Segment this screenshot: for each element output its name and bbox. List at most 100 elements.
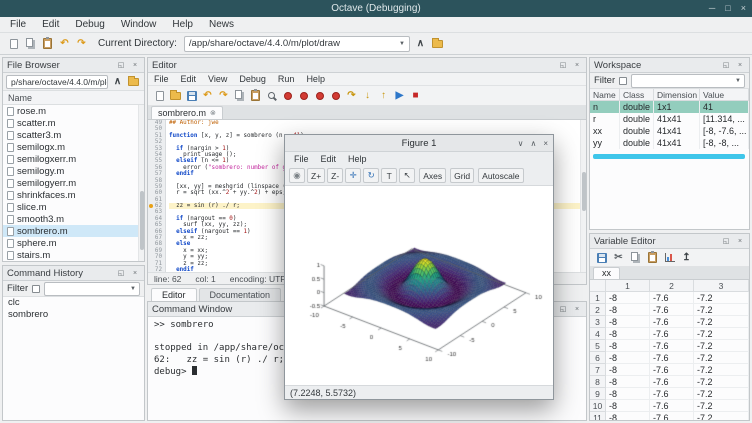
close-icon[interactable]: × [741, 4, 746, 13]
grid-cell[interactable]: -7.2 [694, 292, 749, 304]
grid-row-header[interactable]: 7 [590, 364, 606, 376]
undock-icon[interactable]: ◱ [116, 60, 126, 70]
file-item[interactable]: semilogx.m [3, 141, 144, 153]
next-breakpoint-icon[interactable] [296, 88, 311, 103]
menu-file[interactable]: File [2, 18, 34, 31]
column-class[interactable]: Class [620, 89, 654, 100]
file-browser-name-column-header[interactable]: Name [3, 91, 144, 105]
fig-minimize-icon[interactable]: ∨ [518, 139, 524, 148]
variable-editor-header[interactable]: Variable Editor ◱× [590, 234, 749, 249]
grid-cell[interactable]: -7.6 [650, 292, 694, 304]
workspace-row-yy[interactable]: yydouble41x41[-8, -8, ... [590, 137, 749, 149]
editor-header[interactable]: Editor ◱× [148, 58, 586, 73]
redo-icon[interactable]: ↷ [74, 36, 89, 51]
tab-editor[interactable]: Editor [151, 288, 197, 301]
new-script-icon[interactable] [6, 36, 21, 51]
file-item[interactable]: scatter3.m [3, 129, 144, 141]
cut-icon[interactable]: ✂ [611, 250, 626, 265]
grid-cell[interactable]: -7.6 [650, 304, 694, 316]
pan-tool-icon[interactable]: ✛ [345, 168, 361, 183]
command-history-header[interactable]: Command History ◱× [3, 266, 144, 281]
menu-debug[interactable]: Debug [233, 74, 272, 84]
grid-cell[interactable]: -7.6 [650, 340, 694, 352]
workspace-row-r[interactable]: rdouble41x41[11.314, ... [590, 113, 749, 125]
redo-icon[interactable]: ↷ [216, 88, 231, 103]
axes-toggle[interactable]: Axes [419, 168, 446, 183]
grid-cell[interactable]: -7.2 [694, 304, 749, 316]
tab-variable-xx[interactable]: xx [593, 267, 620, 279]
grid-cell[interactable]: -7.2 [694, 364, 749, 376]
grid-row-header[interactable]: 6 [590, 352, 606, 364]
one-directory-up-icon[interactable]: ∧ [413, 36, 428, 51]
stop-debug-icon[interactable]: ■ [408, 88, 423, 103]
grid-cell[interactable]: -8 [606, 304, 650, 316]
menu-news[interactable]: News [201, 18, 242, 31]
close-panel-icon[interactable]: × [735, 60, 745, 70]
figure-title-bar[interactable]: Figure 1 ∨∧× [285, 135, 553, 152]
menu-view[interactable]: View [202, 74, 233, 84]
workspace-filter-combobox[interactable]: ▼ [631, 74, 745, 88]
scrollbar-handle[interactable] [140, 191, 144, 250]
grid-row-header[interactable]: 4 [590, 328, 606, 340]
copy-icon[interactable] [232, 88, 247, 103]
file-browser-header[interactable]: File Browser ◱× [3, 58, 144, 73]
grid-cell[interactable]: -7.6 [650, 400, 694, 412]
history-item[interactable]: clc [3, 297, 144, 309]
tab-sombrero[interactable]: sombrero.m ⊗ [151, 106, 223, 119]
save-file-icon[interactable] [184, 88, 199, 103]
previous-breakpoint-icon[interactable] [312, 88, 327, 103]
new-script-icon[interactable] [152, 88, 167, 103]
menu-window[interactable]: Window [113, 18, 165, 31]
zoom-in-button[interactable]: Z+ [307, 168, 325, 183]
rotate-tool-icon[interactable]: ↻ [363, 168, 379, 183]
grid-row-header[interactable]: 11 [590, 412, 606, 420]
grid-cell[interactable]: -7.2 [694, 328, 749, 340]
minimize-icon[interactable]: ─ [709, 4, 715, 13]
file-item[interactable]: smooth3.m [3, 213, 144, 225]
file-list-scrollbar[interactable] [138, 105, 144, 261]
step-in-icon[interactable]: ↓ [360, 88, 375, 103]
tab-documentation[interactable]: Documentation [199, 288, 282, 301]
insert-text-tool-icon[interactable]: T [381, 168, 397, 183]
grid-cell[interactable]: -8 [606, 292, 650, 304]
file-item[interactable]: shrinkfaces.m [3, 189, 144, 201]
file-item[interactable]: sphere.m [3, 237, 144, 249]
grid-row-header[interactable]: 1 [590, 292, 606, 304]
undock-icon[interactable]: ◱ [721, 236, 731, 246]
pointer-tool-icon[interactable]: ◉ [289, 168, 305, 183]
select-tool-icon[interactable]: ↖ [399, 168, 415, 183]
editor-scrollbar[interactable] [580, 120, 586, 272]
close-panel-icon[interactable]: × [130, 268, 140, 278]
menu-help[interactable]: Help [164, 18, 201, 31]
close-panel-icon[interactable]: × [572, 304, 582, 314]
ve-paste-icon[interactable] [645, 250, 660, 265]
column-dimension[interactable]: Dimension [654, 89, 700, 100]
scrollbar-handle[interactable] [582, 172, 586, 212]
grid-cell[interactable]: -7.6 [650, 352, 694, 364]
workspace-header[interactable]: Workspace ◱× [590, 58, 749, 73]
grid-cell[interactable]: -8 [606, 388, 650, 400]
grid-cell[interactable]: -7.2 [694, 400, 749, 412]
grid-row-header[interactable]: 5 [590, 340, 606, 352]
workspace-row-xx[interactable]: xxdouble41x41[-8, -7.6, ... [590, 125, 749, 137]
undo-icon[interactable]: ↶ [57, 36, 72, 51]
grid-cell[interactable]: -8 [606, 316, 650, 328]
fig-close-icon[interactable]: × [543, 139, 548, 148]
menu-help[interactable]: Help [300, 74, 331, 84]
continue-icon[interactable]: ▶ [392, 88, 407, 103]
close-tab-icon[interactable]: ⊗ [210, 109, 216, 117]
filter-checkbox[interactable] [32, 285, 40, 293]
file-item[interactable]: scatter.m [3, 117, 144, 129]
grid-row-header[interactable]: 2 [590, 304, 606, 316]
file-item[interactable]: slice.m [3, 201, 144, 213]
file-item[interactable]: sombrero.m [3, 225, 144, 237]
grid-cell[interactable]: -7.6 [650, 364, 694, 376]
grid-cell[interactable]: -8 [606, 328, 650, 340]
file-item[interactable]: stairs.m [3, 249, 144, 261]
menu-edit[interactable]: Edit [175, 74, 203, 84]
variable-grid[interactable]: 1231-8-7.6-7.22-8-7.6-7.23-8-7.6-7.24-8-… [590, 280, 749, 420]
grid-cell[interactable]: -7.2 [694, 340, 749, 352]
grid-cell[interactable]: -7.6 [650, 316, 694, 328]
gutter-line[interactable]: 72 [148, 267, 162, 272]
step-over-icon[interactable]: ↷ [344, 88, 359, 103]
